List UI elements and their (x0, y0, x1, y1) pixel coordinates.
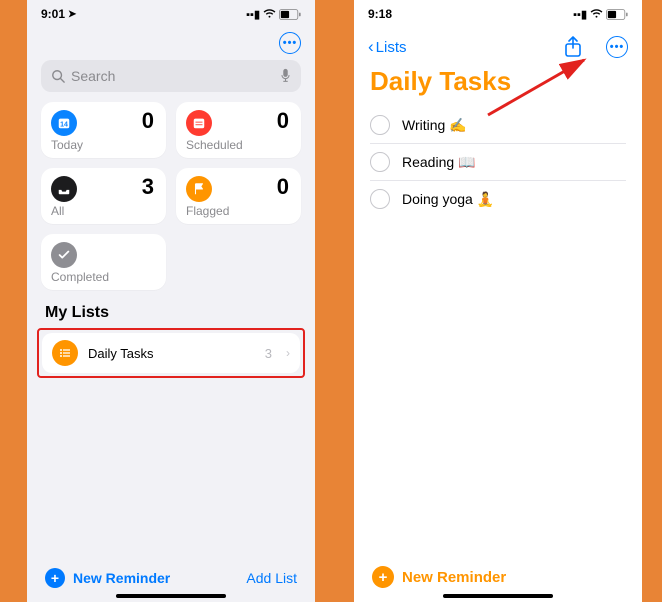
my-lists-header: My Lists (27, 290, 315, 328)
list-row-daily-tasks[interactable]: Daily Tasks 3 › (42, 333, 300, 373)
today-count: 0 (142, 108, 154, 134)
today-card[interactable]: 14 0 Today (41, 102, 166, 158)
mic-icon[interactable] (280, 68, 291, 84)
home-indicator[interactable] (116, 594, 226, 598)
chevron-right-icon: › (286, 346, 290, 360)
list-name: Daily Tasks (88, 346, 154, 361)
location-icon: ➤ (68, 9, 76, 20)
task-text: Reading 📖 (402, 154, 475, 171)
list-detail-screen: 9:18 ▪▪▮ ‹ Lists ••• Daily Tasks Writing… (354, 0, 642, 602)
inbox-icon (51, 176, 77, 202)
check-icon (51, 242, 77, 268)
battery-icon (279, 9, 301, 20)
top-toolbar: ••• (27, 28, 315, 60)
list-title: Daily Tasks (354, 62, 642, 107)
smart-lists-grid: 14 0 Today 0 Scheduled 3 All 0 Flagged (27, 102, 315, 290)
more-button[interactable]: ••• (606, 36, 628, 58)
battery-icon (606, 9, 628, 20)
task-row[interactable]: Doing yoga 🧘 (370, 181, 626, 217)
task-list: Writing ✍️ Reading 📖 Doing yoga 🧘 (354, 107, 642, 217)
task-text: Doing yoga 🧘 (402, 191, 494, 208)
all-label: All (51, 204, 64, 218)
completed-label: Completed (51, 270, 109, 284)
new-reminder-button[interactable]: New Reminder (402, 569, 506, 586)
status-indicators: ▪▪▮ (573, 8, 628, 21)
add-list-button[interactable]: Add List (246, 570, 297, 586)
calendar-icon: 14 (51, 110, 77, 136)
list-bullet-icon (52, 340, 78, 366)
today-label: Today (51, 138, 83, 152)
share-button[interactable] (562, 36, 584, 58)
search-icon (51, 69, 65, 83)
status-bar: 9:18 ▪▪▮ (354, 0, 642, 28)
all-card[interactable]: 3 All (41, 168, 166, 224)
reminders-home-screen: 9:01 ➤ ▪▪▮ ••• Search 14 0 (27, 0, 315, 602)
status-bar: 9:01 ➤ ▪▪▮ (27, 0, 315, 28)
search-field[interactable]: Search (41, 60, 301, 92)
calendar-icon (186, 110, 212, 136)
status-time: 9:01 ➤ (41, 7, 76, 21)
all-count: 3 (142, 174, 154, 200)
signal-icon: ▪▪▮ (573, 8, 587, 21)
scheduled-label: Scheduled (186, 138, 243, 152)
plus-circle-icon: + (372, 566, 394, 588)
complete-toggle[interactable] (370, 115, 390, 135)
wifi-icon (263, 9, 276, 19)
svg-text:14: 14 (60, 122, 68, 129)
back-button[interactable]: ‹ Lists (368, 37, 407, 57)
time-text: 9:01 (41, 7, 65, 21)
scheduled-card[interactable]: 0 Scheduled (176, 102, 301, 158)
new-reminder-button[interactable]: + New Reminder (45, 568, 170, 588)
flagged-count: 0 (277, 174, 289, 200)
new-reminder-label: New Reminder (73, 570, 170, 586)
wifi-icon (590, 9, 603, 19)
complete-toggle[interactable] (370, 189, 390, 209)
flagged-label: Flagged (186, 204, 229, 218)
task-row[interactable]: Writing ✍️ (370, 107, 626, 144)
status-indicators: ▪▪▮ (246, 8, 301, 21)
completed-card[interactable]: Completed (41, 234, 166, 290)
flagged-card[interactable]: 0 Flagged (176, 168, 301, 224)
search-placeholder: Search (71, 68, 115, 84)
task-text: Writing ✍️ (402, 117, 467, 134)
task-row[interactable]: Reading 📖 (370, 144, 626, 181)
nav-bar: ‹ Lists ••• (354, 28, 642, 62)
scheduled-count: 0 (277, 108, 289, 134)
flag-icon (186, 176, 212, 202)
more-button[interactable]: ••• (279, 32, 301, 54)
complete-toggle[interactable] (370, 152, 390, 172)
chevron-left-icon: ‹ (368, 37, 374, 57)
home-indicator[interactable] (443, 594, 553, 598)
list-count: 3 (265, 346, 272, 361)
plus-circle-icon: + (45, 568, 65, 588)
highlight-annotation: Daily Tasks 3 › (37, 328, 305, 378)
back-label: Lists (376, 39, 407, 56)
status-time: 9:18 (368, 7, 392, 21)
signal-icon: ▪▪▮ (246, 8, 260, 21)
